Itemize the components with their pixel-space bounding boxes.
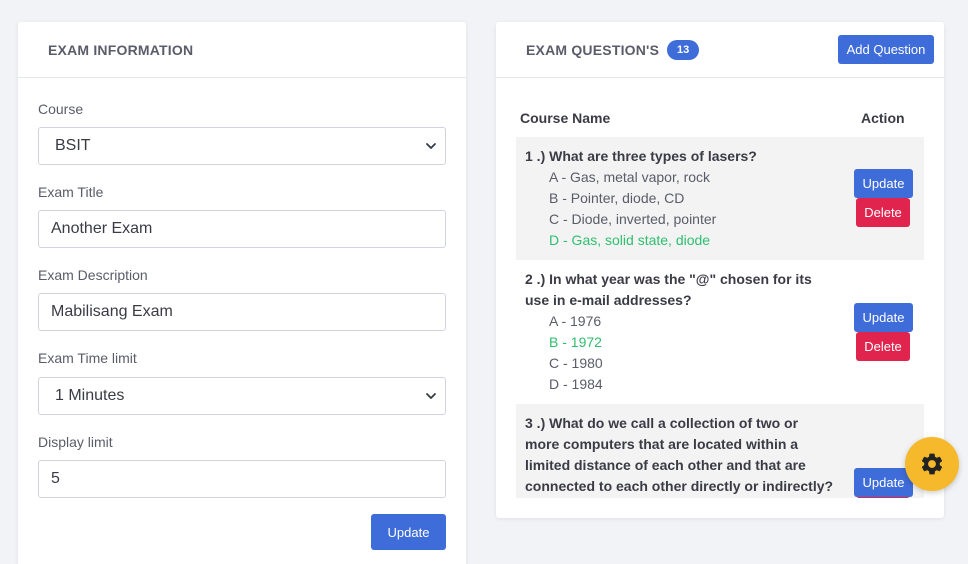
- chevron-down-icon: [426, 143, 436, 149]
- question-row: 2 .) In what year was the "@" chosen for…: [516, 260, 924, 404]
- question-row: 3 .) What do we call a collection of two…: [516, 404, 924, 498]
- exam-description-input[interactable]: Mabilisang Exam: [38, 293, 446, 331]
- exam-title-input[interactable]: Another Exam: [38, 210, 446, 248]
- display-limit-label: Display limit: [38, 434, 113, 450]
- course-select[interactable]: BSIT: [38, 127, 446, 165]
- display-limit-input[interactable]: 5: [38, 460, 446, 498]
- exam-information-title: EXAM INFORMATION: [48, 41, 194, 58]
- update-question-button[interactable]: Update: [854, 468, 913, 497]
- question-count-badge: 13: [667, 39, 700, 60]
- course-select-value: BSIT: [55, 137, 91, 154]
- option-c: C - 1980: [549, 355, 603, 371]
- option-c: C - Diode, inverted, pointer: [549, 211, 717, 227]
- question-text: 1 .) What are three types of lasers?: [525, 148, 757, 164]
- exam-description-label: Exam Description: [38, 267, 148, 283]
- question-text-line-3: limited distance of each other and that …: [525, 457, 806, 473]
- update-question-button[interactable]: Update: [854, 169, 913, 198]
- exam-title-value: Another Exam: [51, 220, 153, 237]
- exam-questions-header: EXAM QUESTION'S 13 Add Question: [496, 22, 944, 78]
- question-text-line-2: more computers that are located within a: [525, 436, 799, 452]
- add-question-button[interactable]: Add Question: [838, 35, 934, 64]
- exam-information-header: EXAM INFORMATION: [18, 22, 466, 78]
- column-course-name: Course Name: [520, 110, 611, 126]
- update-question-button[interactable]: Update: [854, 303, 913, 332]
- column-action: Action: [861, 110, 905, 126]
- time-limit-value: 1 Minutes: [55, 387, 125, 404]
- question-text-line-2: use in e-mail addresses?: [525, 292, 692, 308]
- display-limit-value: 5: [51, 470, 60, 487]
- exam-description-value: Mabilisang Exam: [51, 303, 173, 320]
- exam-info-update-button[interactable]: Update: [371, 514, 446, 550]
- exam-information-card: EXAM INFORMATION Course BSIT Exam Title …: [18, 22, 466, 564]
- question-text-line-4: connected to each other directly or indi…: [525, 478, 834, 494]
- delete-question-button[interactable]: Delete: [856, 198, 910, 227]
- option-d-correct: D - Gas, solid state, diode: [549, 232, 711, 248]
- question-text-line-1: 3 .) What do we call a collection of two…: [525, 415, 799, 431]
- exam-title-label: Exam Title: [38, 184, 104, 200]
- time-limit-label: Exam Time limit: [38, 350, 137, 366]
- gear-icon: [921, 453, 943, 475]
- option-b: B - Pointer, diode, CD: [549, 190, 685, 206]
- exam-questions-title: EXAM QUESTION'S: [526, 41, 660, 58]
- question-text-line-1: 2 .) In what year was the "@" chosen for…: [525, 271, 812, 287]
- question-row: 1 .) What are three types of lasers? A -…: [516, 137, 924, 260]
- settings-fab-button[interactable]: [905, 437, 959, 491]
- exam-questions-card: EXAM QUESTION'S 13 Add Question Course N…: [496, 22, 944, 518]
- option-b-correct: B - 1972: [549, 334, 602, 350]
- option-a: A - 1976: [549, 313, 602, 329]
- option-a: A - Gas, metal vapor, rock: [549, 169, 711, 185]
- chevron-down-icon: [426, 393, 436, 399]
- course-label: Course: [38, 101, 84, 117]
- time-limit-select[interactable]: 1 Minutes: [38, 377, 446, 415]
- option-d: D - 1984: [549, 376, 603, 392]
- delete-question-button[interactable]: Delete: [856, 332, 910, 361]
